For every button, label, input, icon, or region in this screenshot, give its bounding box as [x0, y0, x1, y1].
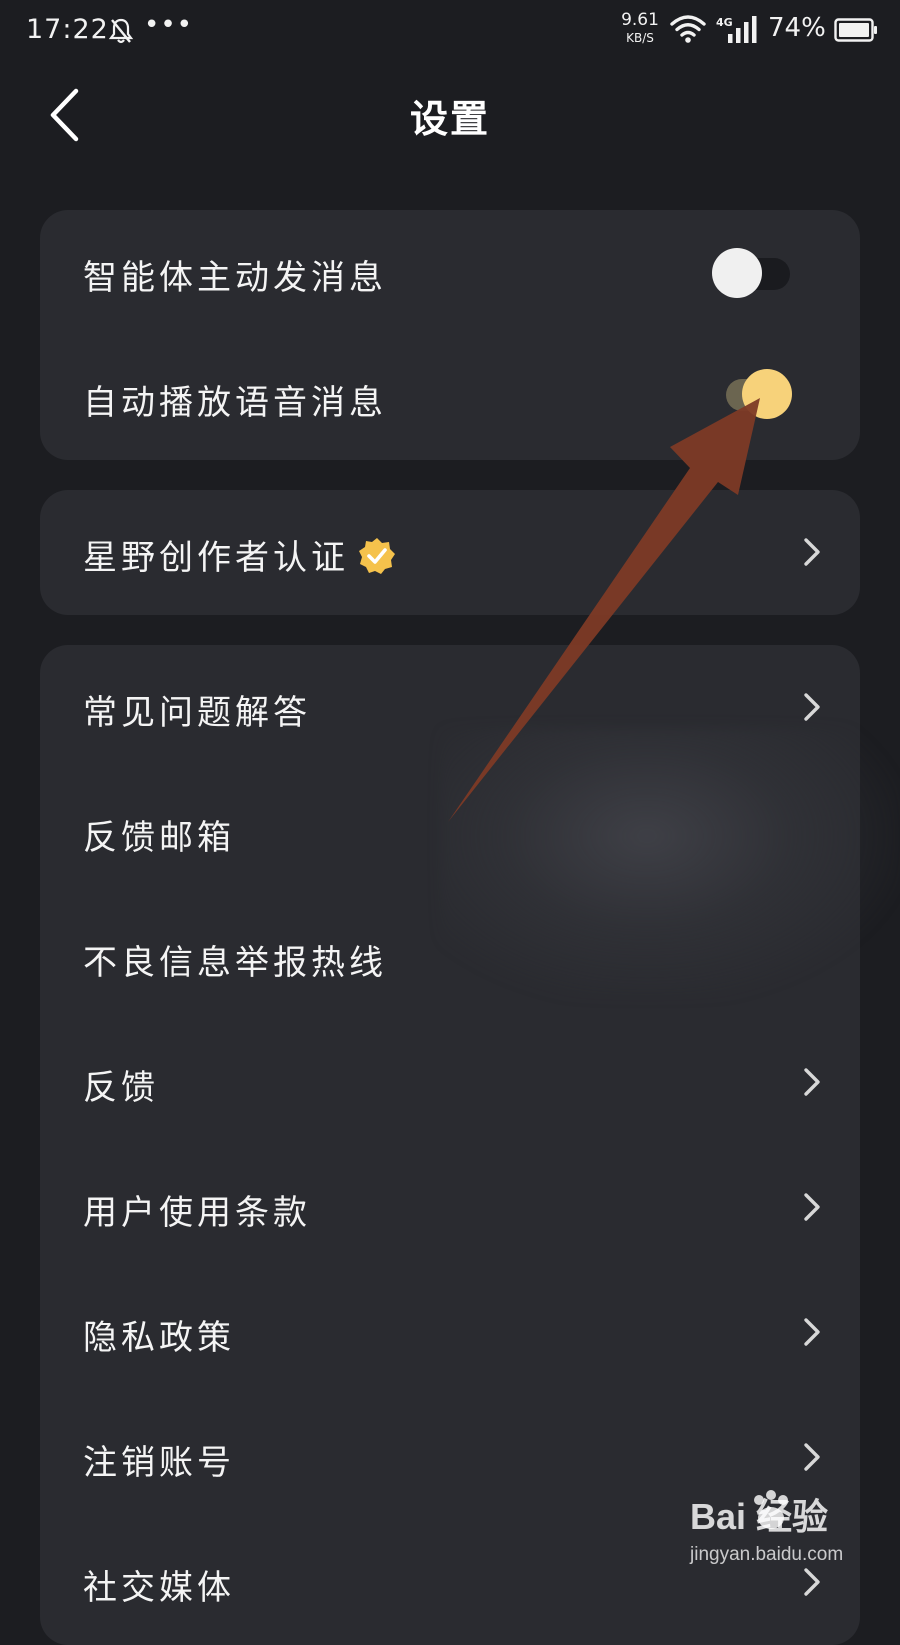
top-bar: 设置: [0, 70, 900, 160]
menu-item-label: 隐私政策: [83, 1318, 235, 1358]
battery-icon: [834, 18, 877, 42]
creator-card: 星野创作者认证: [40, 490, 860, 615]
row-label: 智能体主动发消息: [83, 258, 387, 298]
notification-settings-card: 智能体主动发消息 自动播放语音消息: [40, 210, 860, 460]
agent-proactive-message-toggle[interactable]: [712, 246, 792, 300]
verified-badge-icon: [359, 537, 395, 574]
speed-unit: KB/S: [626, 31, 654, 45]
menu-item-label: 常见问题解答: [83, 693, 311, 733]
menu-item-label: 反馈邮箱: [83, 818, 235, 858]
toggle-knob: [712, 248, 762, 298]
chevron-right-icon: [804, 1568, 820, 1596]
auto-play-voice-toggle[interactable]: [712, 367, 792, 421]
menu-item-label: 注销账号: [83, 1443, 235, 1483]
menu-item-report-hotline[interactable]: 不良信息举报热线: [40, 895, 860, 1020]
chevron-right-icon: [804, 1318, 820, 1346]
menu-item-label: 反馈: [83, 1068, 159, 1108]
page-title: 设置: [409, 97, 490, 141]
menu-item-label: 社交媒体: [83, 1568, 235, 1608]
row-label: 星野创作者认证: [83, 530, 397, 580]
signal-icon: [728, 16, 757, 43]
toggle-knob: [742, 369, 792, 419]
chevron-right-icon: [804, 1068, 820, 1096]
menu-item-label: 用户使用条款: [83, 1193, 311, 1233]
menu-list-card: 常见问题解答 反馈邮箱 不良信息举报热线 反馈 用户使用条款 隐私政策 注销账号…: [40, 645, 860, 1645]
chevron-right-icon: [804, 693, 820, 721]
menu-item-social-media[interactable]: 社交媒体: [40, 1520, 860, 1645]
bell-off-icon: [108, 18, 134, 44]
status-time: 17:22: [26, 14, 109, 45]
status-bar: 17:22 ••• 9.61 KB/S 4G 74%: [0, 0, 900, 64]
wifi-icon: [670, 15, 706, 43]
row-creator-verification[interactable]: 星野创作者认证: [40, 490, 860, 615]
network-speed: 9.61 KB/S: [616, 10, 664, 45]
chevron-right-icon: [804, 1443, 820, 1471]
menu-item-feedback-email[interactable]: 反馈邮箱: [40, 770, 860, 895]
row-agent-proactive-message: 智能体主动发消息: [40, 210, 860, 335]
row-auto-play-voice: 自动播放语音消息: [40, 335, 860, 460]
menu-item-privacy-policy[interactable]: 隐私政策: [40, 1270, 860, 1395]
menu-item-terms-of-use[interactable]: 用户使用条款: [40, 1145, 860, 1270]
creator-label: 星野创作者认证: [83, 538, 349, 578]
more-dots-icon: •••: [144, 10, 194, 40]
menu-item-label: 不良信息举报热线: [83, 943, 387, 983]
menu-item-delete-account[interactable]: 注销账号: [40, 1395, 860, 1520]
battery-percent: 74%: [768, 13, 826, 43]
row-label: 自动播放语音消息: [83, 383, 387, 423]
chevron-right-icon: [804, 1193, 820, 1221]
menu-item-faq[interactable]: 常见问题解答: [40, 645, 860, 770]
menu-item-feedback[interactable]: 反馈: [40, 1020, 860, 1145]
speed-value: 9.61: [621, 10, 659, 30]
chevron-right-icon: [804, 538, 820, 566]
